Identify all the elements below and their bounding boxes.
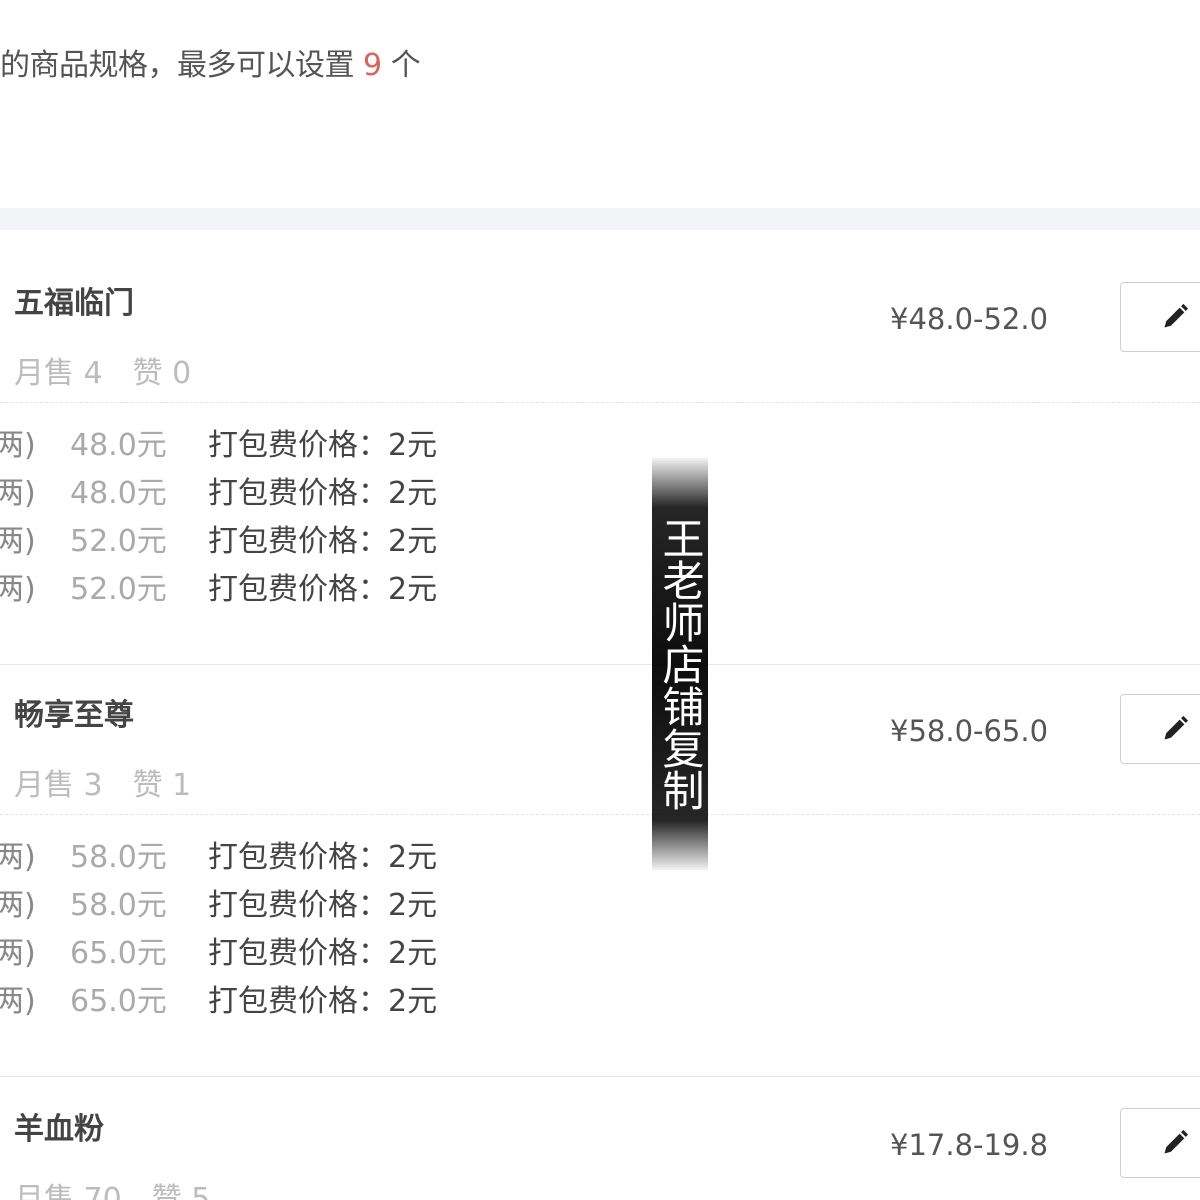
product-spec-page: 的商品规格，最多可以设置 9 个 五福临门 月售 4 赞 0 ¥48.0-52.0… [0, 0, 1200, 1200]
edit-product-button[interactable] [1120, 694, 1200, 764]
spec-pack-fee: 打包费价格：2元 [208, 936, 438, 971]
spec-list: 两) 48.0元 打包费价格：2元 两) 48.0元 打包费价格：2元 两) 5… [0, 420, 1200, 612]
spec-unit: 两) [0, 936, 36, 971]
spec-row: 两) 58.0元 打包费价格：2元 [0, 832, 1200, 880]
spec-price: 48.0元 [70, 476, 167, 511]
spec-price: 65.0元 [70, 984, 167, 1019]
hint-suffix: 个 [390, 48, 421, 83]
spec-price: 52.0元 [70, 572, 167, 607]
product-stats: 月售 3 赞 1 [14, 760, 221, 804]
product-name: 畅享至尊 [14, 698, 134, 733]
spec-unit: 两) [0, 524, 36, 559]
spec-row: 两) 48.0元 打包费价格：2元 [0, 468, 1200, 516]
spec-pack-fee: 打包费价格：2元 [208, 888, 438, 923]
product-name: 五福临门 [14, 286, 134, 321]
spec-limit-hint: 的商品规格，最多可以设置 9 个 [0, 40, 421, 84]
spec-unit: 两) [0, 428, 36, 463]
spec-row: 两) 52.0元 打包费价格：2元 [0, 516, 1200, 564]
product-price-range: ¥48.0-52.0 [890, 302, 1049, 336]
card-divider [0, 814, 1200, 815]
edit-product-button[interactable] [1120, 282, 1200, 352]
spec-pack-fee: 打包费价格：2元 [208, 524, 438, 559]
section-separator [0, 208, 1200, 230]
spec-price: 58.0元 [70, 888, 167, 923]
spec-row: 两) 52.0元 打包费价格：2元 [0, 564, 1200, 612]
card-divider [0, 402, 1200, 403]
product-price-range: ¥58.0-65.0 [890, 714, 1049, 748]
spec-price: 65.0元 [70, 936, 167, 971]
spec-price: 58.0元 [70, 840, 167, 875]
spec-row: 两) 58.0元 打包费价格：2元 [0, 880, 1200, 928]
spec-pack-fee: 打包费价格：2元 [208, 572, 438, 607]
pencil-icon [1164, 1129, 1189, 1154]
product-divider [0, 664, 1200, 665]
monthly-sales: 月售 3 [14, 768, 103, 803]
monthly-sales: 月售 4 [14, 356, 103, 391]
watermark-text: 王老师店铺复制 [656, 517, 705, 811]
spec-unit: 两) [0, 476, 36, 511]
spec-price: 48.0元 [70, 428, 167, 463]
pencil-icon [1164, 303, 1189, 328]
product-stats: 月售 4 赞 0 [14, 348, 221, 392]
product-divider [0, 1076, 1200, 1077]
spec-pack-fee: 打包费价格：2元 [208, 840, 438, 875]
edit-product-button[interactable] [1120, 1108, 1200, 1178]
hint-max-count: 9 [363, 48, 382, 83]
product-price-range: ¥17.8-19.8 [890, 1128, 1049, 1162]
likes-count: 赞 5 [151, 1182, 211, 1200]
spec-pack-fee: 打包费价格：2元 [208, 476, 438, 511]
product-stats: 月售 70 赞 5 [14, 1174, 240, 1200]
spec-price: 52.0元 [70, 524, 167, 559]
spec-pack-fee: 打包费价格：2元 [208, 428, 438, 463]
spec-unit: 两) [0, 572, 36, 607]
spec-pack-fee: 打包费价格：2元 [208, 984, 438, 1019]
monthly-sales: 月售 70 [14, 1182, 122, 1200]
spec-row: 两) 65.0元 打包费价格：2元 [0, 976, 1200, 1024]
spec-unit: 两) [0, 840, 36, 875]
likes-count: 赞 1 [132, 768, 192, 803]
spec-list: 两) 58.0元 打包费价格：2元 两) 58.0元 打包费价格：2元 两) 6… [0, 832, 1200, 1024]
spec-unit: 两) [0, 984, 36, 1019]
spec-unit: 两) [0, 888, 36, 923]
likes-count: 赞 0 [132, 356, 192, 391]
hint-text: 的商品规格，最多可以设置 [0, 48, 355, 83]
watermark: 王老师店铺复制 [652, 458, 708, 870]
spec-row: 两) 48.0元 打包费价格：2元 [0, 420, 1200, 468]
product-name: 羊血粉 [14, 1112, 104, 1147]
pencil-icon [1164, 715, 1189, 740]
spec-row: 两) 65.0元 打包费价格：2元 [0, 928, 1200, 976]
